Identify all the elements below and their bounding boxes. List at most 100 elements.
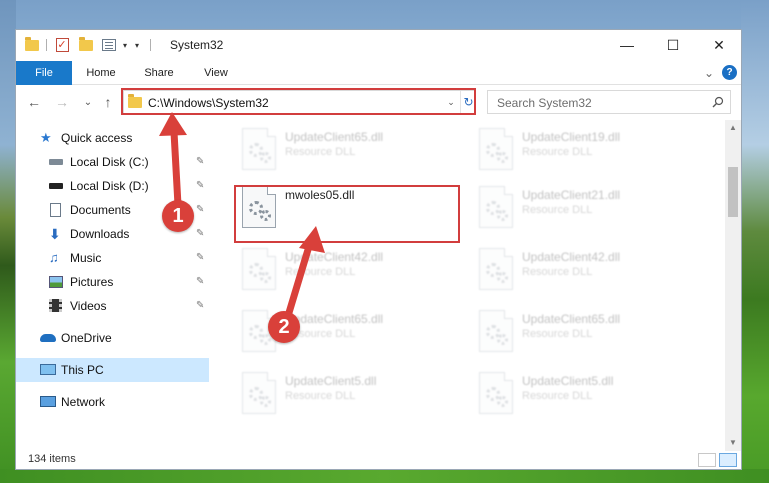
title-bar: ✓ ▾ ▾ System32 — ☐ ✕	[16, 30, 741, 61]
large-icons-view-icon[interactable]	[719, 453, 737, 467]
pin-icon[interactable]: ✎	[196, 228, 206, 240]
file-type: Resource DLL	[522, 266, 593, 278]
dll-file-icon	[479, 310, 513, 352]
minimize-button[interactable]: —	[604, 30, 650, 60]
step-1-badge: 1	[162, 200, 194, 232]
sidebar-item-music[interactable]: ♫ Music ✎	[16, 246, 209, 270]
scrollbar-thumb[interactable]	[728, 167, 738, 217]
download-icon: ⬇	[49, 226, 61, 242]
pin-icon[interactable]: ✎	[196, 204, 206, 216]
scroll-down-arrow-icon[interactable]: ▼	[725, 435, 741, 451]
search-icon[interactable]	[712, 96, 724, 108]
toolbar-separator	[46, 39, 47, 51]
dll-file-icon	[479, 128, 513, 170]
sidebar-item-label: This PC	[61, 363, 104, 377]
file-tile[interactable]: UpdateClient19.dll Resource DLL	[471, 124, 697, 178]
properties-check-icon[interactable]: ✓	[54, 37, 70, 53]
file-tile[interactable]: UpdateClient65.dll Resource DLL	[471, 306, 697, 360]
forward-button[interactable]: →	[52, 92, 72, 112]
sidebar-item-local-disk-c[interactable]: Local Disk (C:) ✎	[16, 150, 209, 174]
customize-toolbar-chevron-icon[interactable]: ▾	[120, 37, 130, 53]
file-name: UpdateClient21.dll	[522, 188, 621, 202]
sidebar-item-label: Downloads	[70, 227, 130, 241]
pin-icon[interactable]: ✎	[196, 156, 206, 168]
maximize-button[interactable]: ☐	[650, 30, 696, 60]
sidebar-item-quick-access[interactable]: ★ Quick access	[16, 126, 209, 150]
tab-file[interactable]: File	[16, 61, 72, 85]
dll-file-icon	[242, 128, 276, 170]
file-tile[interactable]: UpdateClient5.dll Resource DLL	[471, 368, 697, 422]
search-placeholder: Search System32	[497, 96, 592, 110]
scroll-up-arrow-icon[interactable]: ▲	[725, 120, 741, 136]
toolbar-separator	[150, 39, 151, 51]
pin-icon[interactable]: ✎	[196, 252, 206, 264]
file-type: Resource DLL	[285, 146, 356, 158]
dll-file-icon	[479, 248, 513, 290]
sidebar-item-label: Local Disk (D:)	[70, 179, 149, 193]
ribbon-collapse-chevron-icon[interactable]: ⌄	[704, 66, 714, 80]
file-tile[interactable]: UpdateClient5.dll Resource DLL	[234, 368, 460, 422]
file-name: UpdateClient65.dll	[285, 130, 384, 144]
desktop-background-left	[0, 0, 16, 483]
file-name: UpdateClient42.dll	[285, 250, 384, 264]
file-type: Resource DLL	[522, 204, 593, 216]
drive-icon	[49, 159, 63, 165]
close-button[interactable]: ✕	[696, 30, 742, 60]
file-name: UpdateClient42.dll	[522, 250, 621, 264]
file-name: UpdateClient19.dll	[522, 130, 621, 144]
file-tile[interactable]: UpdateClient65.dll Resource DLL	[234, 124, 460, 178]
item-count: 134 items	[28, 453, 76, 465]
tab-share[interactable]: Share	[136, 61, 182, 85]
file-tile[interactable]: UpdateClient42.dll Resource DLL	[234, 244, 460, 298]
navigation-pane: ★ Quick access Local Disk (C:) ✎ Local D…	[16, 120, 209, 451]
sidebar-item-label: Documents	[70, 203, 131, 217]
file-name: UpdateClient5.dll	[285, 374, 377, 388]
pin-icon[interactable]: ✎	[196, 300, 206, 312]
sidebar-item-onedrive[interactable]: OneDrive	[16, 326, 209, 350]
address-bar-highlight	[121, 88, 476, 115]
sidebar-item-network[interactable]: Network	[16, 390, 209, 414]
sidebar-item-label: Local Disk (C:)	[70, 155, 149, 169]
file-tile[interactable]: UpdateClient21.dll Resource DLL	[471, 182, 697, 236]
desktop-background-bottom	[0, 469, 769, 483]
sidebar-item-this-pc[interactable]: This PC	[16, 358, 209, 382]
details-view-icon[interactable]	[698, 453, 716, 467]
back-button[interactable]: ←	[24, 92, 44, 112]
pin-icon[interactable]: ✎	[196, 180, 206, 192]
dll-file-icon	[479, 186, 513, 228]
customize-toolbar-dropdown-icon[interactable]: ▾	[132, 37, 142, 53]
sidebar-item-label: OneDrive	[61, 331, 112, 345]
ribbon-tabs: File Home Share View ⌄ ?	[16, 61, 741, 85]
videos-icon	[49, 299, 62, 312]
sidebar-item-local-disk-d[interactable]: Local Disk (D:) ✎	[16, 174, 209, 198]
computer-icon	[40, 364, 56, 375]
quick-access-folder-icon[interactable]	[24, 36, 40, 53]
cloud-icon	[40, 334, 56, 342]
network-icon	[40, 396, 56, 407]
file-name: UpdateClient5.dll	[522, 374, 614, 388]
star-icon: ★	[40, 130, 52, 145]
help-icon[interactable]: ?	[722, 65, 737, 80]
vertical-scrollbar[interactable]: ▲ ▼	[725, 120, 741, 451]
desktop-background-right	[741, 0, 769, 483]
up-button[interactable]: ↑	[98, 92, 118, 112]
sidebar-item-pictures[interactable]: Pictures ✎	[16, 270, 209, 294]
music-icon: ♫	[49, 250, 59, 265]
sidebar-item-label: Videos	[70, 299, 107, 313]
recent-locations-chevron-icon[interactable]: ⌄	[78, 92, 98, 112]
tab-home[interactable]: Home	[78, 61, 124, 85]
tab-view[interactable]: View	[194, 61, 238, 85]
sidebar-item-videos[interactable]: Videos ✎	[16, 294, 209, 318]
step-2-badge: 2	[268, 311, 300, 343]
file-type: Resource DLL	[522, 328, 593, 340]
documents-icon	[50, 203, 61, 217]
dll-file-highlight	[234, 185, 460, 243]
file-list: UpdateClient65.dll Resource DLL UpdateCl…	[212, 120, 724, 451]
dll-file-icon	[242, 372, 276, 414]
search-input[interactable]: Search System32	[487, 90, 731, 114]
file-tile[interactable]: UpdateClient42.dll Resource DLL	[471, 244, 697, 298]
pin-icon[interactable]: ✎	[196, 276, 206, 288]
new-folder-icon[interactable]	[78, 36, 94, 53]
properties-icon[interactable]	[100, 37, 118, 53]
file-tile[interactable]: UpdateClient65.dll Resource DLL	[234, 306, 460, 360]
